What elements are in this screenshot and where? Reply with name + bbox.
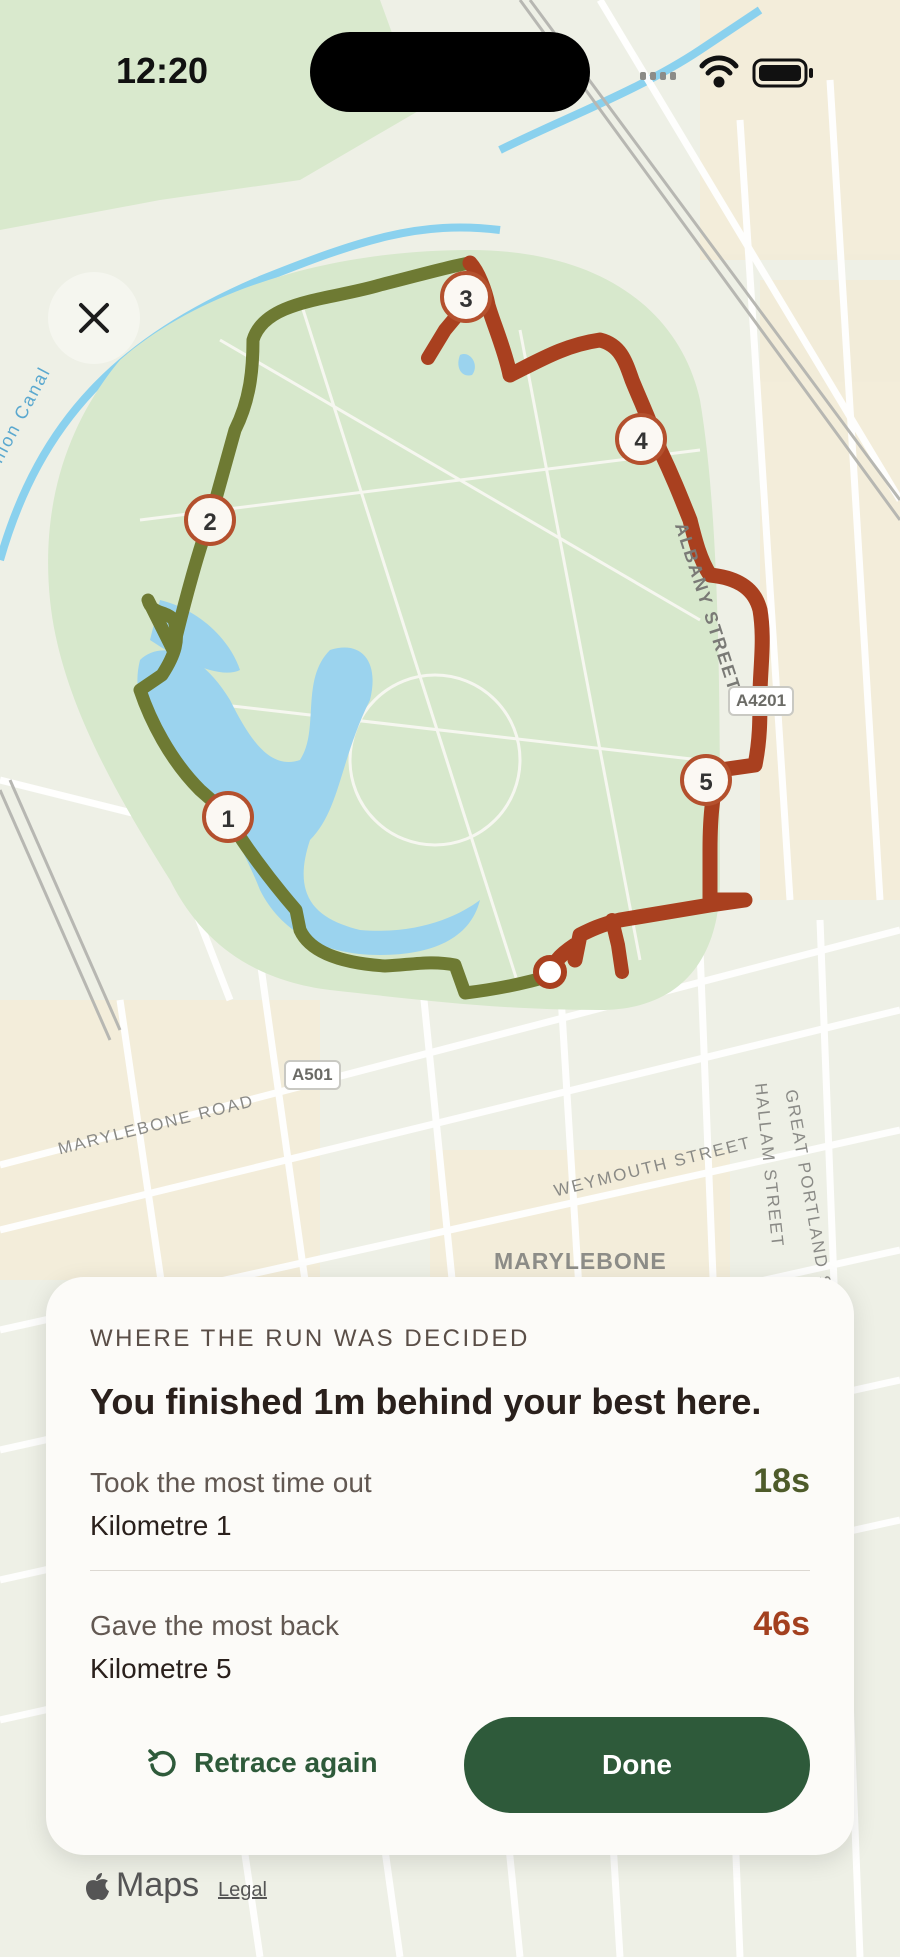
- svg-text:5: 5: [699, 769, 712, 796]
- slowest-segment-delta: 46s: [753, 1605, 810, 1643]
- apple-maps-attribution: Maps: [84, 1866, 199, 1905]
- retrace-again-button[interactable]: Retrace again: [146, 1733, 378, 1793]
- cellular-signal-icon: [640, 72, 676, 80]
- retrace-label: Retrace again: [194, 1747, 378, 1778]
- card-headline: You finished 1m behind your best here.: [90, 1381, 762, 1422]
- summary-card: WHERE THE RUN WAS DECIDED You finished 1…: [46, 1277, 854, 1855]
- wifi-icon: [699, 55, 739, 88]
- fastest-segment-label: Took the most time out: [90, 1467, 372, 1498]
- marylebone-district-label: MARYLEBONE: [494, 1248, 667, 1274]
- km-marker-4[interactable]: 4: [615, 413, 667, 465]
- svg-text:2: 2: [203, 509, 216, 536]
- fastest-segment-delta: 18s: [753, 1462, 810, 1500]
- a501-shield: A501: [284, 1060, 341, 1090]
- done-button[interactable]: Done: [464, 1717, 810, 1813]
- a4201-shield: A4201: [728, 686, 795, 716]
- close-button[interactable]: [48, 272, 140, 364]
- svg-text:3: 3: [459, 286, 472, 313]
- km-marker-5[interactable]: 5: [680, 754, 732, 806]
- card-divider: [90, 1570, 810, 1571]
- km-marker-3[interactable]: 3: [440, 271, 492, 323]
- status-icons: [640, 55, 813, 88]
- done-label: Done: [602, 1749, 672, 1780]
- km-marker-1[interactable]: 1: [202, 791, 254, 843]
- dynamic-island: [310, 32, 590, 112]
- svg-text:4: 4: [634, 428, 648, 455]
- retrace-icon: [148, 1749, 176, 1777]
- legal-link[interactable]: Legal: [218, 1879, 267, 1902]
- battery-icon: [752, 58, 813, 88]
- slowest-segment-label: Gave the most back: [90, 1610, 340, 1641]
- start-finish-marker: [533, 955, 567, 989]
- status-time: 12:20: [116, 50, 209, 91]
- fastest-segment-value: Kilometre 1: [90, 1510, 232, 1541]
- close-icon: [79, 303, 109, 333]
- km-marker-2[interactable]: 2: [184, 494, 236, 546]
- svg-text:1: 1: [221, 806, 234, 833]
- card-eyebrow: WHERE THE RUN WAS DECIDED: [90, 1325, 530, 1352]
- slowest-segment-value: Kilometre 5: [90, 1653, 232, 1684]
- apple-logo-icon: [86, 1872, 109, 1900]
- maps-wordmark: Maps: [116, 1866, 200, 1904]
